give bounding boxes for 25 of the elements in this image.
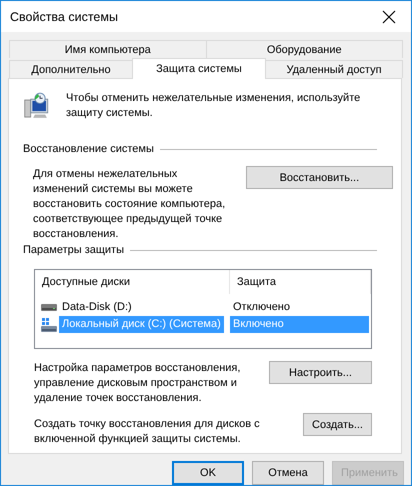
create-button[interactable]: Создать... [303,413,372,436]
close-icon [382,10,396,24]
tab[interactable]: Удаленный доступ [265,60,403,78]
dialog-button[interactable]: Отмена [252,461,324,485]
intro-text: Чтобы отменить нежелательные изменения, используйте защиту системы. [66,91,362,121]
system-drive-icon [41,316,57,332]
tab[interactable]: Имя компьютера [9,40,206,58]
window-title: Свойства системы [10,10,118,24]
tab[interactable]: Дополнительно [9,60,133,78]
restore-button[interactable]: Восстановить... [246,166,393,189]
drive-name[interactable]: Data-Disk (D:) [59,299,135,316]
tab[interactable]: Защита системы [132,58,266,79]
column-header[interactable]: Доступные диски [35,270,230,294]
configure-description: Настройка параметров восстановления, управление дисковым пространством и удаление точек восстановления. [34,361,242,406]
restore-description: Для отмены нежелательных изменений системы вы можете восстановить состояние компьютера, соответствующее предыдущей точке восстановления. [33,167,226,242]
column-header[interactable]: Защита [230,270,371,294]
protection-status: Отключено [232,300,291,315]
dialog-button[interactable]: OK [172,461,244,485]
configure-button[interactable]: Настроить... [269,361,372,384]
tab[interactable]: Оборудование [206,40,403,58]
group-title: Параметры защиты [23,244,124,256]
create-description: Создать точку восстановления для дисков с включенной функцией защиты системы. [34,417,261,447]
group-title: Восстановление системы [23,143,154,155]
drive-icon [41,303,57,312]
protection-status: Включено [230,316,369,333]
